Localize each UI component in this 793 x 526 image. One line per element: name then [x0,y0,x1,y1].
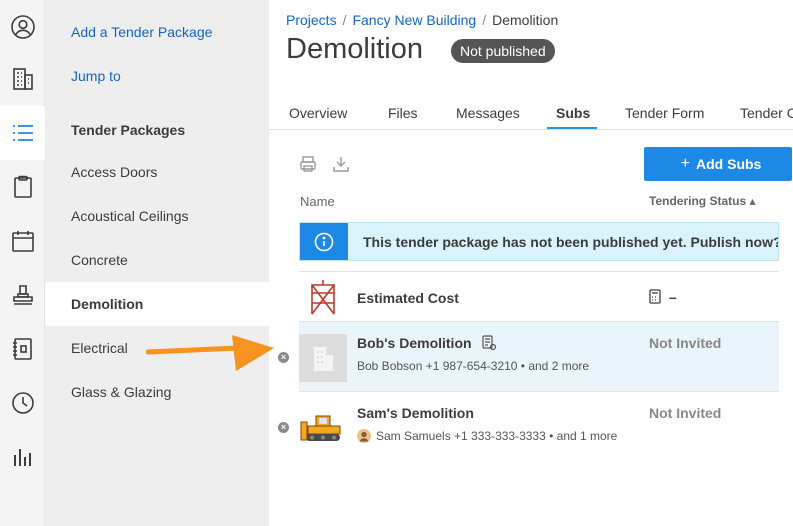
remove-sub-icon[interactable]: × [278,422,289,433]
active-tab-indicator [547,127,597,129]
notebook-icon [12,338,32,360]
breadcrumb-building[interactable]: Fancy New Building [352,12,476,28]
tender-sidebar: Add a Tender Package Jump to Tender Pack… [45,0,269,526]
rail-item-stamp[interactable] [0,268,45,322]
column-header-name[interactable]: Name [300,194,335,209]
status-badge: Not published [451,39,555,63]
breadcrumb: Projects / Fancy New Building / Demolition [286,12,558,28]
calculator-icon [649,289,661,304]
page-title: Demolition [286,33,423,65]
rail-item-projects[interactable] [0,52,45,106]
rail-item-history[interactable] [0,376,45,430]
sort-ascending-icon: ▴ [749,194,756,208]
tab-subs[interactable]: Subs [556,105,590,121]
sidebar-item-glass-glazing[interactable]: Glass & Glazing [45,370,269,414]
rail-item-tender-packages[interactable] [0,106,45,160]
rail-item-clipboard[interactable] [0,160,45,214]
tab-messages[interactable]: Messages [456,105,520,121]
avatar [357,429,371,443]
tab-files[interactable]: Files [388,105,418,121]
row-contact: Bob Bobson +1 987-654-3210 • and 2 more [357,359,590,373]
tab-tender-c[interactable]: Tender C [740,105,793,121]
estimated-cost-value: – [668,289,677,305]
add-subs-button[interactable]: plus + Add Subs [644,147,792,181]
row-status: Not Invited [649,405,722,421]
list-icon [12,125,33,141]
remove-sub-icon[interactable]: × [278,352,289,363]
tab-bar: Overview Files Messages Subs Tender Form… [269,98,793,130]
sidebar-item-acoustical-ceilings[interactable]: Acoustical Ceilings [45,194,269,238]
bobs-demolition-thumb [299,334,347,382]
row-contact: Sam Samuels +1 333-333-3333 • and 1 more [376,429,618,443]
column-header-status-label: Tendering Status [649,194,747,208]
unpublished-banner[interactable]: This tender package has not been publish… [299,222,779,261]
add-subs-label: Add Subs [696,156,762,172]
table-row-sams-demolition[interactable]: × Sam's Demolition Sam Samuels +1 333-33… [278,391,779,461]
sidebar-item-demolition[interactable]: Demolition [45,282,269,326]
building-icon [12,68,33,90]
row-title: Bob's Demolition [357,335,472,351]
download-icon[interactable] [332,155,350,173]
print-icon[interactable] [299,155,317,173]
rail-item-notebook[interactable] [0,322,45,376]
banner-text: This tender package has not been publish… [363,233,779,250]
clipboard-icon [13,175,32,198]
rail-item-reports[interactable] [0,430,45,484]
calendar-icon [11,231,34,252]
row-status: Not Invited [649,335,722,351]
rail-item-profile[interactable] [0,0,45,54]
row-estimated-status: – [649,289,677,305]
clock-icon [11,392,34,414]
bulldozer-icon [300,415,341,441]
main-panel: Projects / Fancy New Building / Demolition D… [269,0,793,526]
annotation-arrow [146,335,274,371]
estimated-cost-thumb [299,273,347,321]
row-title: Estimated Cost [357,290,459,306]
table-row-estimated-cost: Estimated Cost – [299,271,779,321]
column-header-tendering-status[interactable]: Tendering Status ▴ [649,194,756,208]
rail-item-calendar[interactable] [0,214,45,268]
sidebar-item-access-doors[interactable]: Access Doors [45,150,269,194]
breadcrumb-current: Demolition [492,12,559,28]
tab-overview[interactable]: Overview [289,105,347,121]
table-row-bobs-demolition[interactable]: × Bob's Demolition Bob Bobson +1 987-654… [278,321,779,391]
breadcrumb-projects[interactable]: Projects [286,12,337,28]
tab-tender-form[interactable]: Tender Form [625,105,704,121]
breadcrumb-separator: / [482,12,487,28]
info-icon [314,232,334,251]
stamp-icon [12,285,33,305]
sidebar-item-concrete[interactable]: Concrete [45,238,269,282]
crane-tower-icon [311,280,335,315]
row-contact-line: Sam Samuels +1 333-333-3333 • and 1 more [357,429,617,443]
row-title: Sam's Demolition [357,405,474,421]
jump-to-link[interactable]: Jump to [71,68,121,84]
icon-rail [0,0,45,526]
row-title-line: Bob's Demolition [357,335,497,351]
add-tender-package-link[interactable]: Add a Tender Package [71,24,212,40]
document-badge-icon[interactable] [481,335,497,351]
bar-chart-icon [13,449,31,466]
breadcrumb-separator: / [342,12,347,28]
sams-demolition-thumb [299,402,347,450]
plus-glyph: + [680,155,690,172]
banner-icon-box [300,223,348,260]
tender-packages-heading: Tender Packages [71,122,186,138]
user-circle-icon [10,15,35,39]
building-placeholder-icon [314,347,333,371]
